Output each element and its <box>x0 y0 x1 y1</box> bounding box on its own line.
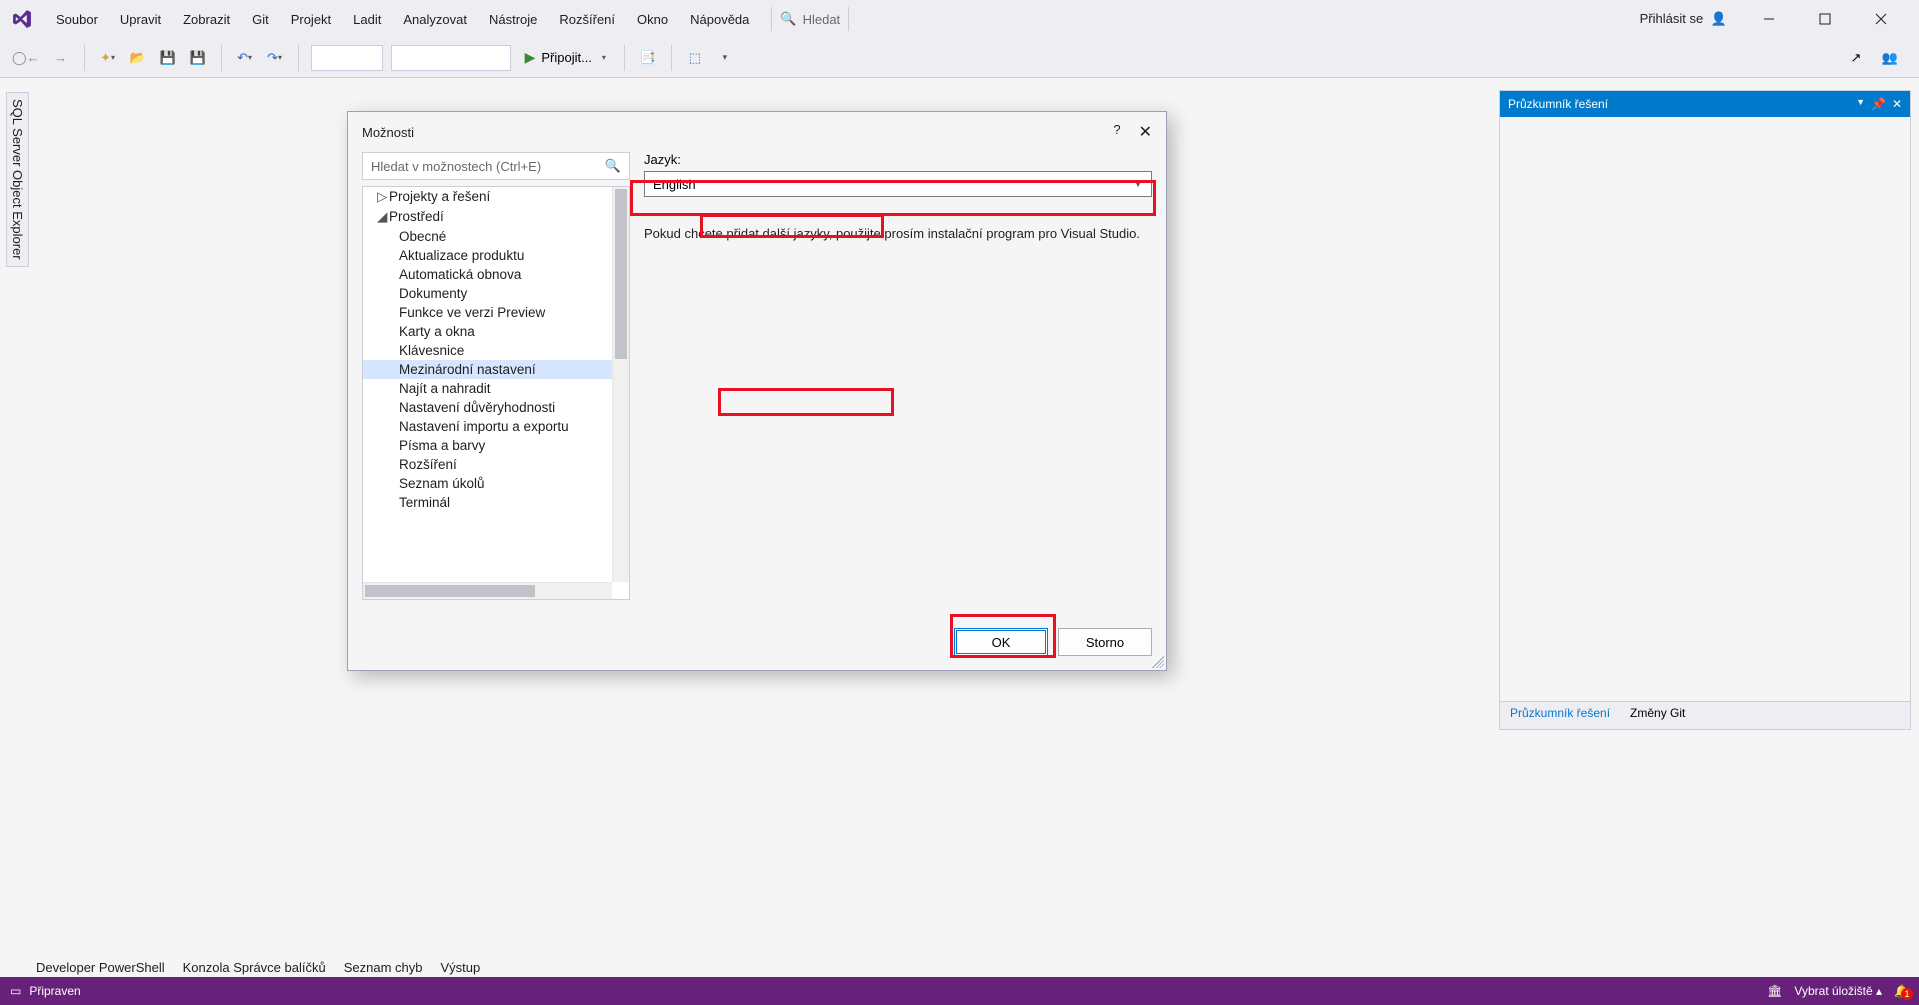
dialog-help-icon[interactable]: ? <box>1113 122 1120 142</box>
ok-button[interactable]: OK <box>954 628 1048 656</box>
signin-icon: 👤 <box>1711 11 1727 26</box>
language-value: English <box>653 177 696 192</box>
menu-git[interactable]: Git <box>242 6 279 33</box>
panel-close-icon[interactable]: ✕ <box>1892 97 1902 111</box>
maximize-button[interactable] <box>1803 4 1847 34</box>
play-icon: ▶ <box>525 49 536 66</box>
tree-findreplace[interactable]: Najít a nahradit <box>363 379 629 398</box>
options-search-input[interactable]: Hledat v možnostech (Ctrl+E) 🔍 <box>362 152 630 180</box>
tree-tasklist[interactable]: Seznam úkolů <box>363 474 629 493</box>
tree-fonts[interactable]: Písma a barvy <box>363 436 629 455</box>
menu-rozsireni[interactable]: Rozšíření <box>549 6 625 33</box>
tree-documents[interactable]: Dokumenty <box>363 284 629 303</box>
options-search-placeholder: Hledat v možnostech (Ctrl+E) <box>371 159 541 174</box>
dialog-title: Možnosti <box>362 125 414 140</box>
attach-button[interactable]: ▶ Připojit... ▾ <box>517 45 614 71</box>
new-item-button[interactable]: ✦▾ <box>95 45 121 71</box>
global-search[interactable]: 🔍 Hledat <box>771 7 849 31</box>
notifications-icon[interactable]: 🔔1 <box>1894 984 1909 998</box>
share-icon[interactable]: ↗ <box>1843 45 1869 71</box>
repo-select[interactable]: Vybrat úložiště ▴ <box>1794 984 1882 998</box>
menu-ladit[interactable]: Ladit <box>343 6 391 33</box>
undo-button[interactable]: ↶▾ <box>232 45 258 71</box>
nav-fwd-button[interactable]: → <box>48 45 74 71</box>
dialog-close-icon[interactable]: ✕ <box>1139 122 1152 142</box>
tree-international[interactable]: Mezinárodní nastavení <box>363 360 629 379</box>
tree-extensions[interactable]: Rozšíření <box>363 455 629 474</box>
tb-icon-2[interactable]: ⬚ <box>682 45 708 71</box>
tree-h-scrollbar[interactable] <box>363 582 612 599</box>
solution-explorer-panel: Průzkumník řešení ▼ 📌 ✕ Průzkumník řešen… <box>1499 90 1911 730</box>
liveshare-icon[interactable]: 👥 <box>1877 45 1903 71</box>
menu-soubor[interactable]: Soubor <box>46 6 108 33</box>
bottom-tabs: Developer PowerShell Konzola Správce bal… <box>36 960 480 975</box>
options-tree: ▷Projekty a řešení ◢Prostředí Obecné Akt… <box>362 186 630 600</box>
nav-back-button[interactable]: ◯← <box>8 45 44 71</box>
tree-keyboard[interactable]: Klávesnice <box>363 341 629 360</box>
tree-preview[interactable]: Funkce ve verzi Preview <box>363 303 629 322</box>
tree-v-scrollbar[interactable] <box>612 187 629 582</box>
menu-upravit[interactable]: Upravit <box>110 6 171 33</box>
menu-nastroje[interactable]: Nástroje <box>479 6 547 33</box>
tree-autorestore[interactable]: Automatická obnova <box>363 265 629 284</box>
tree-projects[interactable]: ▷Projekty a řešení <box>363 187 629 207</box>
minimize-button[interactable] <box>1747 4 1791 34</box>
tb-icon-1[interactable]: 📑 <box>635 45 661 71</box>
tree-trust[interactable]: Nastavení důvěryhodnosti <box>363 398 629 417</box>
menu-analyzovat[interactable]: Analyzovat <box>393 6 477 33</box>
dialog-titlebar[interactable]: Možnosti ? ✕ <box>348 112 1166 152</box>
solexp-tab-git[interactable]: Změny Git <box>1620 702 1695 729</box>
save-all-button[interactable]: 💾 <box>185 45 211 71</box>
search-icon: 🔍 <box>605 158 621 174</box>
tree-terminal[interactable]: Terminál <box>363 493 629 512</box>
tree-environment[interactable]: ◢Prostředí <box>363 207 629 227</box>
notif-badge: 1 <box>1901 988 1913 1000</box>
tree-general[interactable]: Obecné <box>363 227 629 246</box>
menu-zobrazit[interactable]: Zobrazit <box>173 6 240 33</box>
search-icon: 🔍 <box>780 11 796 27</box>
solexp-tab-main[interactable]: Průzkumník řešení <box>1500 702 1620 729</box>
panel-dropdown-icon[interactable]: ▼ <box>1856 97 1865 111</box>
status-ready: Připraven <box>29 984 80 998</box>
tree-importexport[interactable]: Nastavení importu a exportu <box>363 417 629 436</box>
tab-powershell[interactable]: Developer PowerShell <box>36 960 165 975</box>
toolbar: ◯← → ✦▾ 📂 💾 💾 ↶▾ ↷▾ ▶ Připojit... ▾ 📑 ⬚ … <box>0 38 1919 78</box>
close-button[interactable] <box>1859 4 1903 34</box>
solution-explorer-title[interactable]: Průzkumník řešení ▼ 📌 ✕ <box>1500 91 1910 117</box>
repo-icon: 🏛 <box>1767 984 1782 998</box>
search-placeholder: Hledat <box>803 12 841 27</box>
tab-pkgmgr[interactable]: Konzola Správce balíčků <box>183 960 326 975</box>
status-ready-icon: ▭ <box>10 984 21 998</box>
menu-projekt[interactable]: Projekt <box>281 6 341 33</box>
tb-overflow[interactable]: ▾ <box>712 45 738 71</box>
status-bar: ▭ Připraven 🏛 Vybrat úložiště ▴ 🔔1 <box>0 977 1919 1005</box>
chevron-down-icon: ▼ <box>1133 179 1143 190</box>
vs-logo-icon <box>8 5 36 33</box>
tab-output[interactable]: Výstup <box>440 960 480 975</box>
tree-updates[interactable]: Aktualizace produktu <box>363 246 629 265</box>
resize-grip-icon[interactable] <box>1152 656 1164 668</box>
language-info: Pokud chcete přidat další jazyky, použij… <box>644 225 1152 244</box>
panel-pin-icon[interactable]: 📌 <box>1871 97 1886 111</box>
language-dropdown[interactable]: English ▼ <box>644 171 1152 197</box>
cancel-button[interactable]: Storno <box>1058 628 1152 656</box>
open-button[interactable]: 📂 <box>125 45 151 71</box>
platform-combo[interactable] <box>391 45 511 71</box>
redo-button[interactable]: ↷▾ <box>262 45 288 71</box>
tree-tabs[interactable]: Karty a okna <box>363 322 629 341</box>
save-button[interactable]: 💾 <box>155 45 181 71</box>
signin-link[interactable]: Přihlásit se 👤 <box>1632 7 1735 31</box>
tab-errors[interactable]: Seznam chyb <box>344 960 423 975</box>
menu-napoveda[interactable]: Nápověda <box>680 6 759 33</box>
menubar: Soubor Upravit Zobrazit Git Projekt Ladi… <box>0 0 1919 38</box>
options-dialog: Možnosti ? ✕ Hledat v možnostech (Ctrl+E… <box>347 111 1167 671</box>
menu-okno[interactable]: Okno <box>627 6 678 33</box>
sql-explorer-tab[interactable]: SQL Server Object Explorer <box>6 92 29 267</box>
attach-label: Připojit... <box>541 50 592 65</box>
config-combo[interactable] <box>311 45 383 71</box>
language-label: Jazyk: <box>644 152 1152 167</box>
